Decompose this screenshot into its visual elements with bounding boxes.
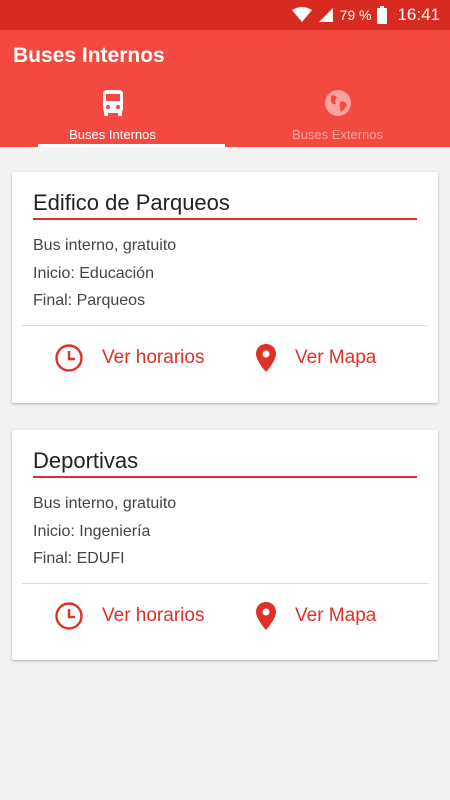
view-map-button[interactable]: Ver Mapa (255, 343, 376, 373)
tab-indicator (38, 144, 225, 147)
route-card: Edifico de Parqueos Bus interno, gratuit… (12, 172, 438, 403)
route-title: Edifico de Parqueos (33, 190, 230, 215)
battery-percent: 79 % (339, 7, 372, 23)
map-pin-icon (256, 344, 276, 372)
tab-bar: Buses Internos Buses Externos (0, 85, 450, 147)
wifi-icon (291, 7, 312, 22)
clock: 16:41 (397, 5, 440, 24)
view-schedule-button[interactable]: Ver horarios (54, 343, 204, 373)
route-type: Bus interno, gratuito (33, 495, 177, 512)
status-bar: 79 % 16:41 (0, 0, 450, 30)
route-title: Deportivas (33, 448, 139, 473)
route-end: Final: EDUFI (33, 550, 125, 567)
view-map-label: Ver Mapa (295, 605, 377, 626)
route-start: Inicio: Ingeniería (33, 523, 151, 540)
view-schedule-button[interactable]: Ver horarios (54, 601, 204, 631)
card-divider (22, 325, 428, 326)
title-underline (33, 476, 417, 478)
route-end: Final: Parqueos (33, 292, 146, 309)
view-map-label: Ver Mapa (295, 347, 377, 368)
signal-icon (318, 8, 333, 22)
view-schedule-label: Ver horarios (102, 605, 205, 626)
route-type: Bus interno, gratuito (33, 237, 177, 254)
page-title: Buses Internos (13, 44, 165, 67)
globe-icon (324, 90, 351, 116)
tab-buses-internos[interactable]: Buses Internos (0, 85, 225, 147)
tab-label: Buses Internos (69, 127, 156, 142)
tab-buses-externos[interactable]: Buses Externos (225, 85, 450, 147)
map-pin-icon (256, 602, 276, 630)
bus-icon (102, 90, 123, 116)
clock-icon (55, 602, 83, 630)
card-divider (22, 583, 428, 584)
tab-label: Buses Externos (291, 127, 384, 142)
clock-icon (55, 344, 83, 372)
view-schedule-label: Ver horarios (102, 347, 205, 368)
status-icons: 79 % 16:41 (291, 0, 440, 30)
route-card: Deportivas Bus interno, gratuito Inicio:… (12, 430, 438, 660)
route-start: Inicio: Educación (33, 265, 154, 282)
title-underline (33, 218, 417, 220)
app-bar: Buses Internos Buses Internos Buses Exte… (0, 30, 450, 147)
battery-icon (377, 6, 388, 24)
view-map-button[interactable]: Ver Mapa (255, 601, 376, 631)
